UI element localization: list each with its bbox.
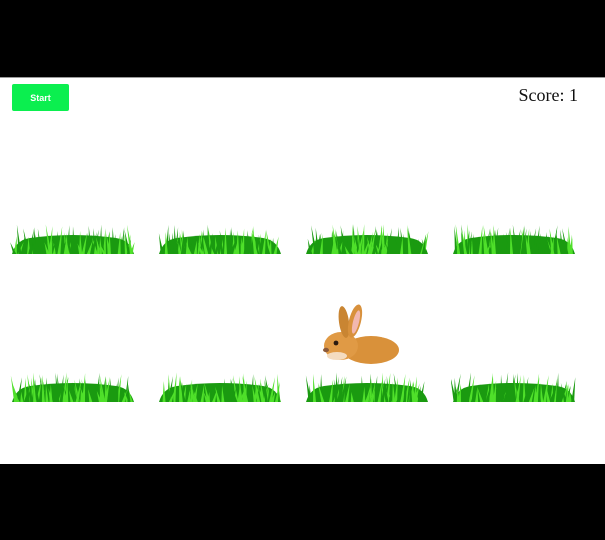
bunny[interactable] — [321, 304, 401, 364]
grass-hole[interactable] — [157, 218, 283, 254]
grass-hole[interactable] — [10, 366, 136, 402]
score-display: Score: 1 — [519, 85, 578, 106]
grass-icon — [453, 224, 575, 254]
score-label: Score: — [518, 85, 565, 105]
grass-icon — [159, 372, 281, 402]
grass-hole[interactable] — [304, 366, 430, 402]
grass-icon — [451, 372, 576, 402]
grass-icon — [10, 224, 135, 254]
start-button[interactable]: Start — [12, 84, 69, 111]
letterbox-top — [0, 0, 605, 77]
grass-hole[interactable] — [451, 366, 577, 402]
grass-hole[interactable] — [304, 218, 430, 254]
grass-icon — [305, 372, 428, 402]
grass-icon — [158, 224, 281, 254]
bunny-icon — [323, 304, 399, 364]
grass-hole[interactable] — [10, 218, 136, 254]
score-value: 1 — [569, 85, 578, 105]
game-area: Start Score: 1 — [0, 77, 605, 464]
grass-hole[interactable] — [451, 218, 577, 254]
grass-hole[interactable] — [157, 366, 283, 402]
grass-icon — [306, 224, 429, 254]
grass-icon — [10, 372, 134, 402]
letterbox-bottom — [0, 464, 605, 540]
